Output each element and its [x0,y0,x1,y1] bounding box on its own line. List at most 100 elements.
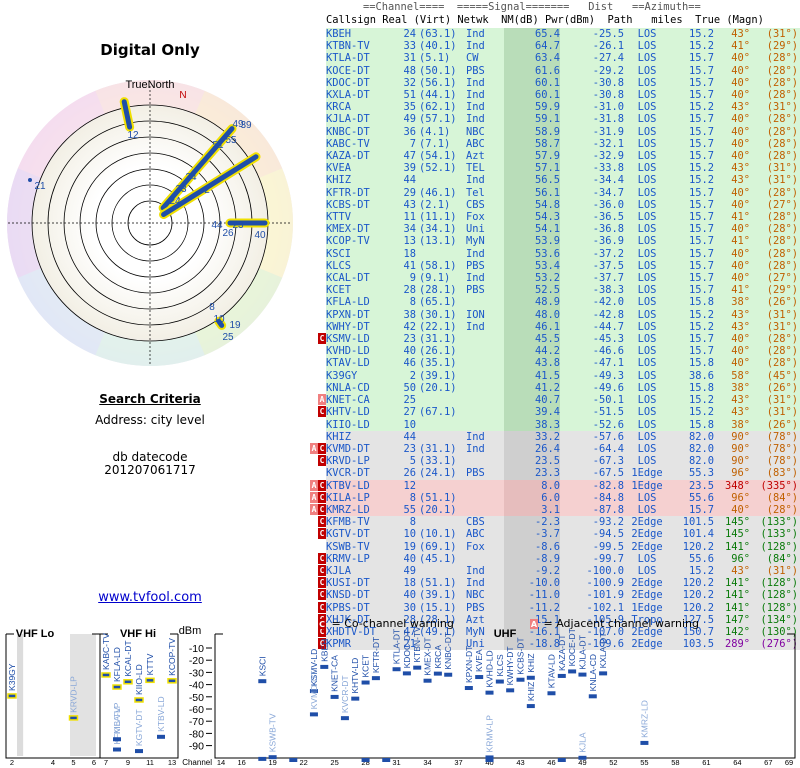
cell-netwk: Ind [460,40,504,53]
cell-magn: (31°) [750,174,800,187]
station-mark-label: KJLA-DT [577,635,587,669]
table-row[interactable]: C KFMB-TV 8 CBS -2.3 -93.2 2Edge 101.5 145° (133°… [300,516,800,529]
table-row[interactable]: C KGTV-DT 10 (10.1) ABC -3.7 -94.5 2Edge 101.4 14… [300,528,800,541]
cell-dist: 101.5 [670,516,714,529]
table-row[interactable]: KIIO-LD 10 38.3 -52.6 LOS 15.8 38° (26°) [300,418,800,431]
table-row[interactable]: KNBC-DT 36 (4.1) NBC 58.9 -31.9 LOS 15.7 40° (28°… [300,125,800,138]
cell-warn: C [300,516,326,529]
tvfool-link[interactable]: www.tvfool.com [0,590,300,605]
cell-netwk: Tel [460,186,504,199]
cell-netwk: PBS [460,64,504,77]
table-row[interactable]: KRCA 35 (62.1) Ind 59.9 -31.0 LOS 15.2 43° (31°) [300,101,800,114]
table-row[interactable]: KWHY-DT 42 (22.1) Ind 46.1 -44.7 LOS 15.2 43° (31… [300,320,800,334]
cell-dist: 15.2 [670,174,714,187]
table-row[interactable]: KFTR-DT 29 (46.1) Tel 56.1 -34.7 LOS 15.7 40° (28… [300,186,800,199]
cell-true: 41° [714,211,750,224]
cell-netwk [460,381,504,395]
cell-virt [416,418,460,431]
station-mark [145,677,155,684]
table-row[interactable]: C KHTV-LD 27 (67.1) 39.4 -51.5 LOS 15.2 43° (31°) [300,406,800,419]
cell-nm: 48.9 [504,296,560,309]
cell-true: 38° [714,381,750,395]
table-row[interactable]: KSCI 18 Ind 53.6 -37.2 LOS 15.7 40° (28°) [300,247,800,260]
table-row[interactable]: KAZA-DT 47 (54.1) Azt 57.9 -32.9 LOS 15.7 40° (28… [300,150,800,163]
table-row[interactable]: KTBN-TV 33 (40.1) Ind 64.7 -26.1 LOS 15.2 41° (29… [300,40,800,53]
cell-nm: 23.3 [504,467,560,480]
cell-warn [300,296,326,309]
cell-nm: 64.7 [504,40,560,53]
table-row[interactable]: KVCR-DT 26 (24.1) PBS 23.3 -67.5 1Edge 55.3 96°(… [300,467,800,480]
table-row[interactable]: KFLA-LD 8 (65.1) 48.9 -42.0 LOS 15.8 38° (26°) [300,296,800,309]
table-row[interactable]: C KSMV-LD 23 (31.1) 45.5 -45.3 LOS 15.7 40° (28°) [300,333,800,346]
table-row[interactable]: C KRVD-LP 5 (33.1) 23.5 -67.3 LOS 82.0 90° (78°) [300,455,800,468]
cell-true: 348° [714,479,750,492]
cell-callsign: KMEX-DT [326,223,388,236]
table-row[interactable]: KVEA 39 (52.1) TEL 57.1 -33.8 LOS 15.2 43° (31°) [300,162,800,175]
cell-netwk [460,479,504,492]
cell-dist: 15.7 [670,186,714,199]
cell-true: 96° [714,552,750,565]
co-channel-warning-icon: C [318,516,326,528]
table-row[interactable]: KXLA-DT 51 (44.1) Ind 60.1 -30.8 LOS 15.7 40° (28… [300,89,800,102]
cell-nm: -10.0 [504,577,560,590]
table-row[interactable]: A C KTBV-LD 12 8.0 -82.8 1Edge 23.5 348° (335°) [300,479,800,492]
table-row[interactable]: KCAL-DT 9 (9.1) Ind 53.2 -37.7 LOS 15.7 40° (27°) [300,272,800,285]
cell-dist: 15.8 [670,381,714,395]
cell-real: 8 [388,491,416,504]
table-row[interactable]: KPXN-DT 38 (30.1) ION 48.0 -42.8 LOS 15.2 43° (31… [300,308,800,321]
cell-magn: (28°) [750,247,800,260]
cell-virt: (39.1) [416,369,460,382]
table-row[interactable]: A C KILA-LP 8 (51.1) 6.0 -84.8 LOS 55.6 96° (84°) [300,491,800,504]
table-row[interactable]: KHIZ 44 Ind 56.5 -34.4 LOS 15.2 43° (31°) [300,174,800,187]
table-row[interactable]: KTTV 11 (11.1) Fox 54.3 -36.5 LOS 15.7 41° (28°) [300,211,800,224]
cell-dist: 82.0 [670,430,714,443]
station-mark [526,704,535,709]
table-row[interactable]: KCOP-TV 13 (13.1) MyN 53.9 -36.9 LOS 15.7 41° (28… [300,235,800,248]
cell-netwk: MyN [460,235,504,248]
cell-virt: (20.1) [416,381,460,395]
table-row[interactable]: C KJLA 49 Ind -9.2 -100.0 LOS 15.2 43° (31°) [300,564,800,578]
table-row[interactable]: C KRMV-LP 40 (45.1) -8.9 -99.7 LOS 55.6 96° (84°) [300,552,800,565]
table-row[interactable]: KDOC-DT 32 (56.1) Ind 60.1 -30.8 LOS 15.7 40° (28… [300,76,800,90]
cell-callsign: KSCI [326,247,388,260]
table-row[interactable]: KMEX-DT 34 (34.1) Uni 54.1 -36.8 LOS 15.7 40° (28… [300,223,800,236]
table-row[interactable]: KABC-TV 7 (7.1) ABC 58.7 -32.1 LOS 15.7 40° (28°) [300,137,800,151]
table-row[interactable]: KSWB-TV 19 (69.1) Fox -8.6 -99.5 2Edge 120.2 141… [300,540,800,553]
table-row[interactable]: KNLA-CD 50 (20.1) 41.2 -49.6 LOS 15.8 38° (26°) [300,381,800,395]
cell-true: 40° [714,186,750,199]
cell-magn: (128°) [750,601,800,614]
table-row[interactable]: KCET 28 (28.1) PBS 52.5 -38.3 LOS 15.7 41° (29°) [300,284,800,297]
table-row[interactable]: A KNET-CA 25 40.7 -50.1 LOS 15.2 43° (31°) [300,394,800,407]
table-row[interactable]: A C KVMD-DT 23 (31.1) Ind 26.4 -64.4 LOS 82.0 90°(… [300,442,800,456]
table-row[interactable]: KHIZ 44 Ind 33.2 -57.6 LOS 82.0 90° (78°) [300,430,800,443]
table-row[interactable]: KTAV-LD 46 (35.1) 43.8 -47.1 LOS 15.8 40° (28°) [300,357,800,370]
cell-real: 10 [388,418,416,431]
table-row[interactable]: KOCE-DT 48 (50.1) PBS 61.6 -29.2 LOS 15.7 40° (28… [300,64,800,77]
table-row[interactable]: KCBS-DT 43 (2.1) CBS 54.8 -36.0 LOS 15.7 40° (27°… [300,198,800,212]
cell-warn [300,235,326,248]
cell-netwk: CW [460,52,504,65]
table-row[interactable]: KTLA-DT 31 (5.1) CW 63.4 -27.4 LOS 15.7 40° (28°) [300,52,800,65]
cell-path: LOS [624,223,670,236]
cell-true: 43° [714,101,750,114]
cell-path: LOS [624,333,670,346]
station-mark-label: KSCI [257,656,267,676]
cell-pwr: -37.7 [560,272,624,285]
table-row[interactable]: KBEH 24 (63.1) Ind 65.4 -25.5 LOS 15.2 43° (31°) [300,28,800,41]
table-row[interactable]: KVHD-LD 40 (26.1) 44.2 -46.6 LOS 15.7 40° (28°) [300,345,800,358]
table-row[interactable]: C KNSD-DT 40 (39.1) NBC -11.0 -101.9 2Edge 120.2… [300,589,800,602]
table-row[interactable]: C KUSI-DT 18 (51.1) Ind -10.0 -100.9 2Edge 120.2… [300,577,800,590]
station-mark [640,740,649,745]
cell-magn: (28°) [750,211,800,224]
cell-netwk: ION [460,308,504,321]
cell-warn [300,113,326,126]
table-row[interactable]: A C KMRZ-LD 55 (20.1) 3.1 -87.8 LOS 15.7 40° (28°) [300,503,800,517]
cell-pwr: -49.3 [560,369,624,382]
station-mark-label: KFTR-DT [371,637,381,673]
table-row[interactable]: KJLA-DT 49 (57.1) Ind 59.1 -31.8 LOS 15.7 40° (28… [300,113,800,126]
table-row[interactable]: K39GY 2 (39.1) 41.5 -49.3 LOS 38.6 58° (45°) [300,369,800,382]
cell-warn [300,345,326,358]
table-row[interactable]: KLCS 41 (58.1) PBS 53.4 -37.5 LOS 15.7 40° (28°) [300,259,800,273]
table-row[interactable]: C KPBS-DT 30 (15.1) PBS -11.2 -102.1 1Edge 120.2… [300,601,800,614]
cell-pwr: -87.8 [560,503,624,517]
